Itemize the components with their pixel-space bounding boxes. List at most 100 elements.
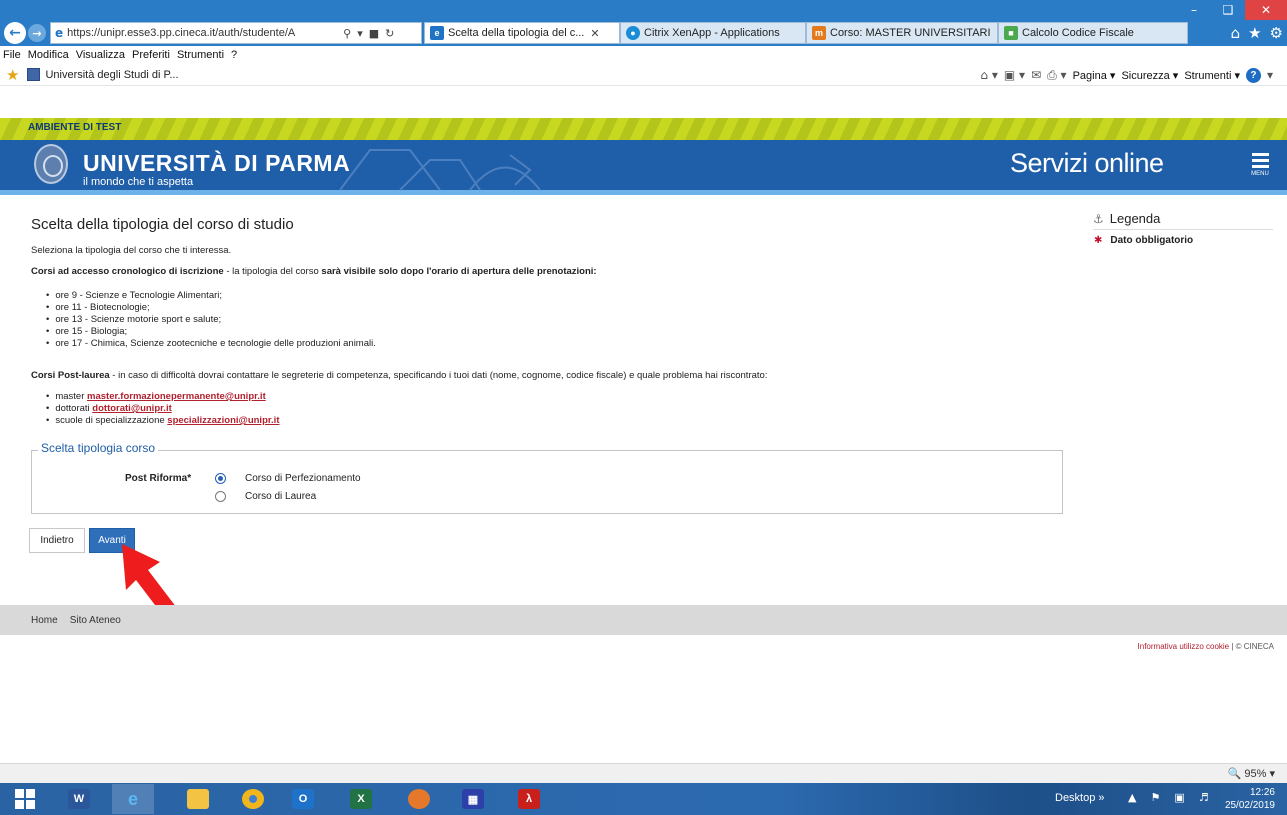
taskbar-explorer[interactable] (177, 784, 219, 814)
menu-file[interactable]: File (3, 49, 21, 61)
favorites-star-icon[interactable]: ★ (1248, 24, 1261, 42)
taskbar-word[interactable]: W (58, 784, 100, 814)
radio-label-perfezionamento[interactable]: Corso di Perfezionamento (245, 473, 361, 484)
email-link-specializzazioni[interactable]: specializzazioni@unipr.it (167, 415, 279, 426)
taskbar-excel[interactable]: X (340, 784, 382, 814)
fieldset-legend: Scelta tipologia corso (38, 441, 159, 455)
home-icon[interactable]: ⌂ (1231, 24, 1241, 42)
favorites-bar: ★ Università degli Studi di P... ⌂ ▾ ▣ ▾… (0, 64, 1287, 86)
university-seal-logo[interactable] (34, 144, 68, 184)
ie-page-icon: e (430, 26, 444, 40)
list-item: ore 17 - Chimica, Scienze zootecniche e … (46, 338, 376, 350)
taskbar-outlook[interactable]: O (282, 784, 324, 814)
cookie-policy-link[interactable]: Informativa utilizzo cookie (1138, 642, 1230, 651)
system-tray: ▲ ⚑ ▣ ♬ (1128, 791, 1209, 804)
browser-nav-bar: ← → e https://unipr.esse3.pp.cineca.it/a… (0, 20, 1287, 46)
tab-label: Calcolo Codice Fiscale (1022, 27, 1134, 39)
settings-gear-icon[interactable]: ⚙ (1270, 24, 1283, 42)
test-environment-label: AMBIENTE DI TEST (28, 122, 122, 133)
legend-divider (1093, 229, 1273, 230)
address-bar[interactable]: e https://unipr.esse3.pp.cineca.it/auth/… (50, 22, 422, 44)
tab-master[interactable]: m Corso: MASTER UNIVERSITARI (806, 22, 998, 44)
help-icon[interactable]: ? (1245, 67, 1261, 83)
address-url[interactable]: https://unipr.esse3.pp.cineca.it/auth/st… (67, 27, 337, 39)
maximize-icon[interactable]: ❑ (1211, 0, 1245, 20)
list-item: ore 13 - Scienze motorie sport e salute; (46, 314, 376, 326)
add-favorites-icon[interactable]: ★ (6, 66, 19, 84)
test-environment-banner: AMBIENTE DI TEST (0, 118, 1287, 140)
taskbar-chrome[interactable] (232, 784, 274, 814)
menu-strumenti[interactable]: Strumenti (177, 49, 224, 61)
volume-icon[interactable]: ♬ (1199, 791, 1209, 804)
refresh-icon[interactable]: ↻ (385, 27, 394, 40)
radio-label-laurea[interactable]: Corso di Laurea (245, 491, 316, 502)
menu-preferiti[interactable]: Preferiti (132, 49, 170, 61)
outlook-icon: O (292, 789, 314, 809)
favorite-unipr[interactable]: Università degli Studi di P... (27, 68, 179, 81)
forward-arrow-icon[interactable]: → (28, 24, 46, 42)
window-title-bar: – ❑ ✕ (0, 0, 1287, 20)
email-link-master[interactable]: master.formazionepermanente@unipr.it (87, 391, 266, 402)
email-link-dottorati[interactable]: dottorati@unipr.it (92, 403, 171, 414)
close-icon[interactable]: ✕ (1245, 0, 1287, 20)
zoom-level[interactable]: 🔍 95% ▾ (1228, 767, 1275, 780)
menu-icon (1251, 153, 1269, 156)
folder-icon (187, 789, 209, 809)
lock-icon[interactable]: ■ (369, 27, 379, 40)
taskbar-app[interactable]: ▦ (452, 784, 494, 814)
pin-icon[interactable]: ⚓ (1093, 212, 1104, 226)
list-item: ore 11 - Biotecnologie; (46, 302, 376, 314)
header-divider (0, 190, 1287, 195)
page-icon: ■ (1004, 26, 1018, 40)
tab-codice-fiscale[interactable]: ■ Calcolo Codice Fiscale (998, 22, 1188, 44)
minimize-icon[interactable]: – (1177, 0, 1211, 20)
system-clock[interactable]: 12:26 25/02/2019 (1225, 786, 1275, 812)
header-decoration (339, 149, 541, 191)
tab-label: Citrix XenApp - Applications (644, 27, 780, 39)
site-footer: Home Sito Ateneo (0, 605, 1287, 635)
flag-icon[interactable]: ⚑ (1150, 791, 1160, 804)
back-button[interactable]: Indietro (29, 528, 85, 553)
university-name[interactable]: UNIVERSITÀ DI PARMA (83, 150, 350, 177)
security-menu[interactable]: Sicurezza ▾ (1121, 69, 1178, 82)
mail-icon[interactable]: ✉ (1031, 68, 1041, 82)
radio-corso-perfezionamento[interactable] (215, 473, 226, 484)
rss-feed-icon[interactable]: ▣ ▾ (1004, 68, 1025, 82)
taskbar-acrobat[interactable]: λ (508, 784, 550, 814)
back-arrow-icon[interactable]: ← (4, 22, 26, 44)
radio-corso-laurea[interactable] (215, 491, 226, 502)
tray-expand-icon[interactable]: ▲ (1128, 791, 1136, 804)
footer-link-sito-ateneo[interactable]: Sito Ateneo (70, 615, 121, 626)
post-laurea-note: Corsi Post-laurea - in caso di difficolt… (31, 370, 768, 381)
windows-taskbar: W e O X ▦ λ Desktop » ▲ ⚑ ▣ ♬ 12:26 25/0… (0, 783, 1287, 815)
menu-modifica[interactable]: Modifica (28, 49, 69, 61)
post-riforma-label: Post Riforma* (125, 473, 192, 484)
media-player-icon (408, 789, 430, 809)
citrix-icon: ● (626, 26, 640, 40)
word-icon: W (68, 789, 90, 809)
tab-close-icon[interactable]: ✕ (590, 27, 599, 40)
desktop-toolbar[interactable]: Desktop » (1055, 792, 1105, 804)
tab-citrix[interactable]: ● Citrix XenApp - Applications (620, 22, 806, 44)
tools-menu[interactable]: Strumenti ▾ (1184, 69, 1240, 82)
tab-scelta-tipologia[interactable]: e Scelta della tipologia del c... ✕ (424, 22, 620, 44)
excel-icon: X (350, 789, 372, 809)
network-icon[interactable]: ▣ (1174, 791, 1184, 804)
page-menu[interactable]: Pagina ▾ (1073, 69, 1116, 82)
taskbar-media[interactable] (398, 784, 440, 814)
footer-link-home[interactable]: Home (31, 615, 58, 626)
menu-help[interactable]: ? (231, 49, 237, 61)
chronological-access-note: Corsi ad accesso cronologico di iscrizio… (31, 266, 597, 277)
start-button[interactable] (4, 784, 46, 814)
taskbar-ie[interactable]: e (112, 784, 154, 814)
print-icon[interactable]: ⎙ ▾ (1047, 68, 1066, 83)
browser-status-bar: 🔍 95% ▾ (0, 763, 1287, 783)
list-item: ore 9 - Scienze e Tecnologie Alimentari; (46, 290, 376, 302)
home-page-icon[interactable]: ⌂ ▾ (980, 68, 997, 82)
hamburger-menu-button[interactable]: MENU (1247, 153, 1273, 183)
dropdown-icon[interactable]: ▾ (357, 27, 363, 40)
menu-visualizza[interactable]: Visualizza (76, 49, 125, 61)
moodle-icon: m (812, 26, 826, 40)
search-icon[interactable]: ⚲ (343, 27, 351, 40)
list-item: dottorati dottorati@unipr.it (46, 403, 279, 415)
